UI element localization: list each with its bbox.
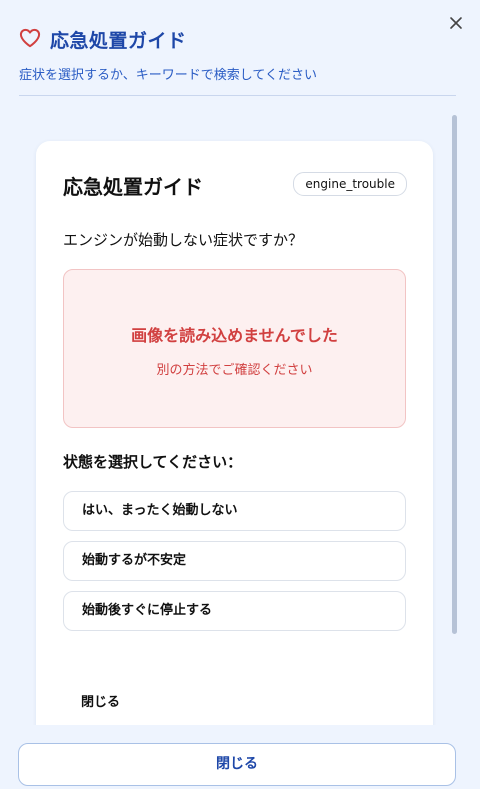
error-title: 画像を読み込めませんでした	[131, 326, 338, 345]
error-subtitle: 別の方法でご確認ください	[156, 363, 313, 378]
close-icon[interactable]	[446, 13, 466, 33]
option-button[interactable]: 始動するが不安定	[63, 541, 406, 581]
scrollbar-thumb[interactable]	[452, 115, 457, 634]
dialog-title: 応急処置ガイド	[50, 30, 187, 52]
card-title: 応急処置ガイド	[63, 175, 203, 199]
dialog-header: 応急処置ガイド 症状を選択するか、キーワードで検索してください	[0, 0, 480, 96]
image-error-box: 画像を読み込めませんでした 別の方法でご確認ください	[63, 269, 406, 428]
card-close-button[interactable]: 閉じる	[81, 691, 120, 710]
section-label: 状態を選択してください：	[63, 453, 243, 471]
option-button[interactable]: はい、まったく始動しない	[63, 491, 406, 531]
footer-close-button[interactable]: 閉じる	[18, 743, 456, 786]
guide-card: 応急処置ガイド engine_trouble エンジンが始動しない症状ですか？ …	[36, 141, 433, 725]
question-text: エンジンが始動しない症状ですか？	[63, 231, 304, 249]
heart-icon	[19, 28, 41, 48]
dialog-subtitle: 症状を選択するか、キーワードで検索してください	[19, 68, 317, 83]
option-button[interactable]: 始動後すぐに停止する	[63, 591, 406, 631]
category-badge: engine_trouble	[293, 172, 407, 196]
content-scroll-area[interactable]: 応急処置ガイド engine_trouble エンジンが始動しない症状ですか？ …	[0, 96, 480, 725]
